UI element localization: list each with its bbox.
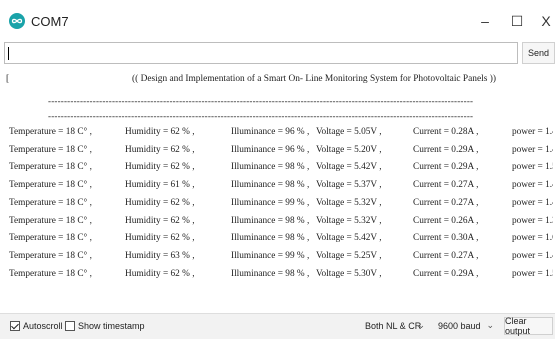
- line-ending-value: Both NL & CR: [365, 321, 422, 331]
- output-line: Temperature = 18 C° , Humidity = 62 % , Il…: [9, 233, 553, 246]
- power-value: power = 1.49W: [512, 144, 553, 155]
- power-value: power = 1.52W: [512, 268, 553, 279]
- voltage-value: Voltage = 5.20V ,: [316, 144, 382, 155]
- illuminance-value: Illuminance = 96 % ,: [231, 144, 310, 155]
- humidity-value: Humidity = 62 % ,: [125, 215, 195, 226]
- output-line: Temperature = 18 C° , Humidity = 62 % , Il…: [9, 145, 553, 158]
- humidity-value: Humidity = 61 % ,: [125, 180, 195, 191]
- current-value: Current = 0.27A ,: [413, 180, 479, 191]
- voltage-value: Voltage = 5.05V ,: [316, 127, 382, 137]
- power-value: power = 1.41W: [512, 250, 553, 261]
- chevron-down-icon: ⌄: [417, 320, 425, 330]
- voltage-value: Voltage = 5.25V ,: [316, 250, 382, 261]
- timestamp-checkbox[interactable]: [65, 321, 75, 331]
- clear-output-button[interactable]: Clear output: [504, 316, 553, 336]
- power-value: power = 1.43W: [512, 127, 553, 137]
- voltage-value: Voltage = 5.42V ,: [316, 162, 382, 173]
- temperature-value: Temperature = 18 C° ,: [9, 250, 92, 261]
- output-line: Temperature = 18 C° , Humidity = 63 % , Il…: [9, 251, 553, 264]
- text-caret: [8, 47, 9, 60]
- autoscroll-label[interactable]: Autoscroll: [23, 321, 63, 331]
- humidity-value: Humidity = 63 % ,: [125, 250, 195, 261]
- output-bracket: [: [6, 74, 10, 84]
- output-line: Temperature = 18 C° , Humidity = 62 % , Il…: [9, 216, 553, 229]
- current-value: Current = 0.29A ,: [413, 162, 479, 173]
- separator-line: ----------------------------------------…: [48, 96, 473, 106]
- timestamp-label[interactable]: Show timestamp: [78, 321, 145, 331]
- send-button[interactable]: Send: [522, 42, 555, 64]
- illuminance-value: Illuminance = 99 % ,: [231, 197, 310, 208]
- voltage-value: Voltage = 5.37V ,: [316, 180, 382, 191]
- voltage-value: Voltage = 5.30V ,: [316, 268, 382, 279]
- humidity-value: Humidity = 62 % ,: [125, 127, 195, 137]
- illuminance-value: Illuminance = 98 % ,: [231, 180, 310, 191]
- temperature-value: Temperature = 18 C° ,: [9, 162, 92, 173]
- current-value: Current = 0.26A ,: [413, 215, 479, 226]
- illuminance-value: Illuminance = 98 % ,: [231, 162, 310, 173]
- output-line: Temperature = 18 C° , Humidity = 62 % , Il…: [9, 198, 553, 211]
- chevron-down-icon: ⌄: [486, 320, 494, 330]
- voltage-value: Voltage = 5.32V ,: [316, 197, 382, 208]
- output-line: Temperature = 18 C° , Humidity = 62 % , Il…: [9, 162, 553, 175]
- humidity-value: Humidity = 62 % ,: [125, 162, 195, 173]
- send-row: Send: [4, 42, 555, 68]
- window-title: COM7: [31, 14, 69, 29]
- baud-rate-value: 9600 baud: [438, 321, 481, 331]
- illuminance-value: Illuminance = 98 % ,: [231, 233, 310, 244]
- serial-output[interactable]: [ (( Design and Implementation of a Smar…: [4, 70, 553, 310]
- output-header: [ (( Design and Implementation of a Smar…: [4, 74, 553, 88]
- current-value: Current = 0.27A ,: [413, 250, 479, 261]
- temperature-value: Temperature = 18 C° ,: [9, 215, 92, 226]
- temperature-value: Temperature = 18 C° ,: [9, 127, 92, 137]
- power-value: power = 1.44W: [512, 197, 553, 208]
- illuminance-value: Illuminance = 98 % ,: [231, 268, 310, 279]
- temperature-value: Temperature = 18 C° ,: [9, 233, 92, 244]
- output-line: Temperature = 18 C° , Humidity = 62 % , Il…: [9, 127, 553, 140]
- temperature-value: Temperature = 18 C° ,: [9, 197, 92, 208]
- close-button[interactable]: X: [533, 9, 555, 33]
- humidity-value: Humidity = 62 % ,: [125, 233, 195, 244]
- current-value: Current = 0.27A ,: [413, 197, 479, 208]
- illuminance-value: Illuminance = 98 % ,: [231, 215, 310, 226]
- status-bar: Autoscroll Show timestamp Both NL & CR ⌄…: [0, 313, 555, 339]
- current-value: Current = 0.28A ,: [413, 127, 479, 137]
- voltage-value: Voltage = 5.32V ,: [316, 215, 382, 226]
- maximize-button[interactable]: ☐: [504, 9, 530, 33]
- illuminance-value: Illuminance = 99 % ,: [231, 250, 310, 261]
- humidity-value: Humidity = 62 % ,: [125, 197, 195, 208]
- power-value: power = 1.48W: [512, 180, 553, 191]
- voltage-value: Voltage = 5.42V ,: [316, 233, 382, 244]
- output-title: (( Design and Implementation of a Smart …: [132, 74, 496, 84]
- output-line: Temperature = 18 C° , Humidity = 61 % , Il…: [9, 180, 553, 193]
- separator-line: ----------------------------------------…: [48, 111, 473, 121]
- temperature-value: Temperature = 18 C° ,: [9, 144, 92, 155]
- humidity-value: Humidity = 62 % ,: [125, 268, 195, 279]
- illuminance-value: Illuminance = 96 % ,: [231, 127, 310, 137]
- temperature-value: Temperature = 18 C° ,: [9, 180, 92, 191]
- title-bar: COM7 – ☐ X: [0, 0, 555, 42]
- output-line: Temperature = 18 C° , Humidity = 62 % , Il…: [9, 269, 553, 282]
- current-value: Current = 0.29A ,: [413, 144, 479, 155]
- arduino-infinity-icon: [9, 13, 25, 29]
- power-value: power = 1.59W: [512, 162, 553, 173]
- serial-input[interactable]: [4, 42, 518, 64]
- temperature-value: Temperature = 18 C° ,: [9, 268, 92, 279]
- power-value: power = 1.38W: [512, 215, 553, 226]
- humidity-value: Humidity = 62 % ,: [125, 144, 195, 155]
- autoscroll-checkbox[interactable]: [10, 321, 20, 331]
- minimize-button[interactable]: –: [472, 9, 498, 33]
- current-value: Current = 0.30A ,: [413, 233, 479, 244]
- baud-rate-select[interactable]: 9600 baud ⌄: [434, 317, 498, 335]
- power-value: power = 1.61W: [512, 233, 553, 244]
- line-ending-select[interactable]: Both NL & CR ⌄: [361, 317, 429, 335]
- current-value: Current = 0.29A ,: [413, 268, 479, 279]
